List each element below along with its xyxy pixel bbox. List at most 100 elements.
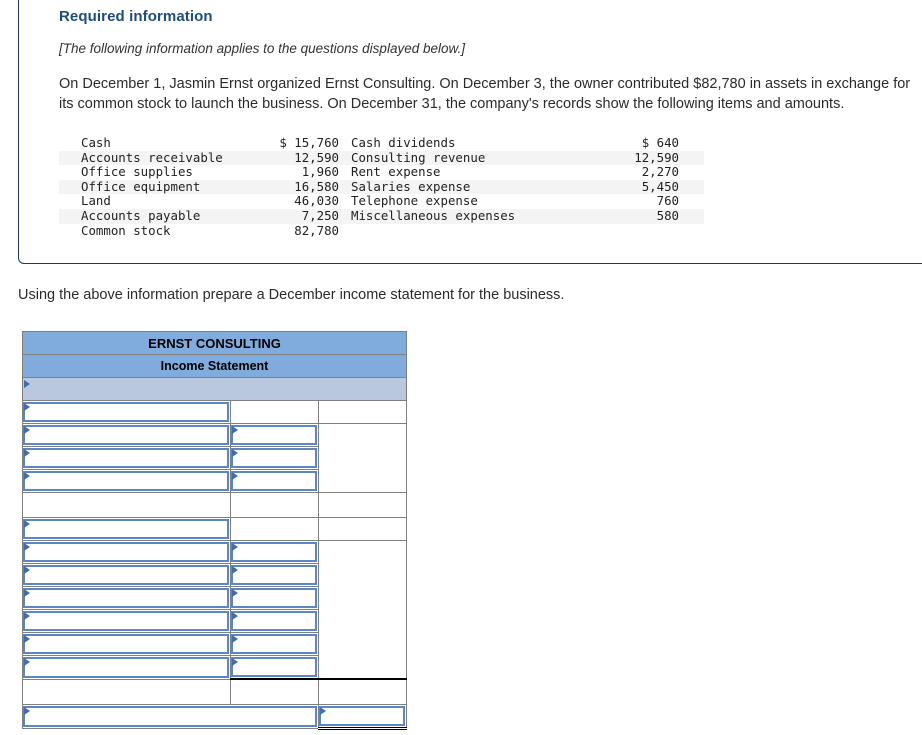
table-row: Land 46,030 Telephone expense 760 — [59, 194, 704, 209]
item-name: Office equipment — [81, 178, 201, 194]
account-cell[interactable] — [22, 446, 231, 470]
account-cell[interactable] — [22, 563, 231, 587]
dropdown-marker-icon — [24, 449, 30, 457]
amount-cell-b — [230, 400, 319, 424]
panel-subtitle: [The following information applies to th… — [59, 41, 465, 56]
dropdown-marker-icon — [232, 543, 238, 551]
instruction-text: Using the above information prepare a De… — [18, 287, 565, 303]
page-title: Required information — [59, 8, 213, 25]
worksheet-header-company-row: ERNST CONSULTING — [21, 331, 408, 355]
account-cell[interactable] — [22, 586, 231, 610]
amount-cell-b[interactable] — [230, 586, 319, 610]
net-income-input[interactable] — [23, 706, 317, 727]
subtotal-rule-b — [230, 678, 319, 705]
amount-input-2[interactable] — [231, 425, 317, 445]
spacer-cell-b — [230, 492, 319, 518]
item-name: Telephone expense — [351, 193, 478, 209]
amount-input-3[interactable] — [231, 448, 317, 468]
account-cell[interactable] — [22, 609, 231, 633]
item-value: 82,780 — [294, 222, 339, 238]
spacer-cell-a — [22, 678, 231, 705]
amount-input-6[interactable] — [231, 542, 317, 562]
dropdown-marker-icon — [24, 380, 30, 388]
dropdown-marker-icon — [24, 472, 30, 480]
table-row — [22, 517, 408, 541]
spacer-row — [22, 492, 408, 518]
worksheet-company-title: ERNST CONSULTING — [21, 331, 408, 355]
amount-cell-b[interactable] — [230, 446, 319, 470]
dropdown-marker-icon — [232, 635, 238, 643]
item-value: 2,270 — [641, 164, 679, 180]
table-row — [22, 704, 408, 730]
amount-cell-b[interactable] — [230, 563, 319, 587]
net-income-amount-cell[interactable] — [317, 704, 408, 730]
account-cell[interactable] — [22, 469, 231, 493]
item-value — [539, 224, 679, 239]
panel-body-text: On December 1, Jasmin Ernst organized Er… — [59, 76, 911, 112]
table-row: Office equipment 16,580 Salaries expense… — [59, 178, 704, 195]
dropdown-marker-icon — [24, 426, 30, 434]
account-input-9[interactable] — [23, 611, 229, 631]
item-name: Salaries expense — [351, 178, 471, 194]
amount-input-9[interactable] — [231, 611, 317, 631]
amount-input-10[interactable] — [231, 634, 317, 654]
table-row: Common stock 82,780 — [59, 222, 704, 239]
amount-input-7[interactable] — [231, 565, 317, 585]
account-input-6[interactable] — [23, 542, 229, 562]
account-input-2[interactable] — [23, 425, 229, 445]
amount-cell-b[interactable] — [230, 655, 319, 680]
net-income-amount-input[interactable] — [319, 706, 406, 726]
item-name: Miscellaneous expenses — [351, 207, 516, 223]
amount-cell-c — [317, 517, 408, 541]
subtotal-rule-c — [317, 678, 408, 705]
item-value: 46,030 — [294, 193, 339, 209]
account-input-4[interactable] — [23, 471, 229, 491]
amount-cell-b[interactable] — [230, 423, 319, 447]
worksheet-period-field[interactable] — [21, 377, 408, 401]
amount-cell-b — [230, 517, 319, 541]
dropdown-marker-icon — [24, 658, 30, 666]
dropdown-marker-icon — [24, 543, 30, 551]
amount-cell-b[interactable] — [230, 540, 319, 564]
account-cell[interactable] — [22, 517, 231, 541]
dropdown-marker-icon — [24, 566, 30, 574]
table-row: Accounts payable 7,250 Miscellaneous exp… — [59, 207, 704, 224]
amount-cell-b[interactable] — [230, 469, 319, 493]
item-name: Accounts receivable — [81, 149, 223, 165]
item-name: Land — [81, 193, 111, 209]
amount-input-8[interactable] — [231, 588, 317, 608]
account-input-10[interactable] — [23, 634, 229, 654]
item-value: 5,450 — [641, 178, 679, 194]
item-name: Cash dividends — [351, 135, 456, 150]
dropdown-marker-icon — [232, 658, 238, 666]
account-cell[interactable] — [22, 655, 231, 680]
account-cell[interactable] — [22, 540, 231, 564]
account-input-11[interactable] — [23, 657, 229, 678]
amount-cell-b[interactable] — [230, 632, 319, 656]
account-input-7[interactable] — [23, 565, 229, 585]
account-input-5[interactable] — [23, 519, 229, 539]
dropdown-marker-icon — [232, 426, 238, 434]
amount-input-11[interactable] — [231, 657, 317, 677]
item-value: 12,590 — [634, 149, 679, 165]
item-name: Accounts payable — [81, 207, 201, 223]
account-cell[interactable] — [22, 423, 231, 447]
item-name: Consulting revenue — [351, 149, 486, 165]
dropdown-marker-icon — [232, 612, 238, 620]
income-statement-worksheet: ERNST CONSULTING Income Statement — [21, 331, 408, 730]
account-input-8[interactable] — [23, 588, 229, 608]
amount-cell-b[interactable] — [230, 609, 319, 633]
item-value: 16,580 — [294, 178, 339, 194]
trial-balance-list: Cash $ 15,760 Cash dividends $ 640 Accou… — [59, 135, 704, 239]
amount-input-4[interactable] — [231, 471, 317, 491]
table-row: Accounts receivable 12,590 Consulting re… — [59, 149, 704, 166]
net-income-label-cell[interactable] — [22, 704, 319, 729]
spacer-cell-c — [317, 492, 408, 518]
account-input-3[interactable] — [23, 448, 229, 468]
account-cell[interactable] — [22, 400, 231, 424]
account-cell[interactable] — [22, 632, 231, 656]
item-value: 760 — [656, 193, 679, 209]
account-input-1[interactable] — [23, 402, 229, 422]
item-value: 7,250 — [301, 207, 339, 223]
worksheet-header-statement-row: Income Statement — [21, 354, 408, 378]
